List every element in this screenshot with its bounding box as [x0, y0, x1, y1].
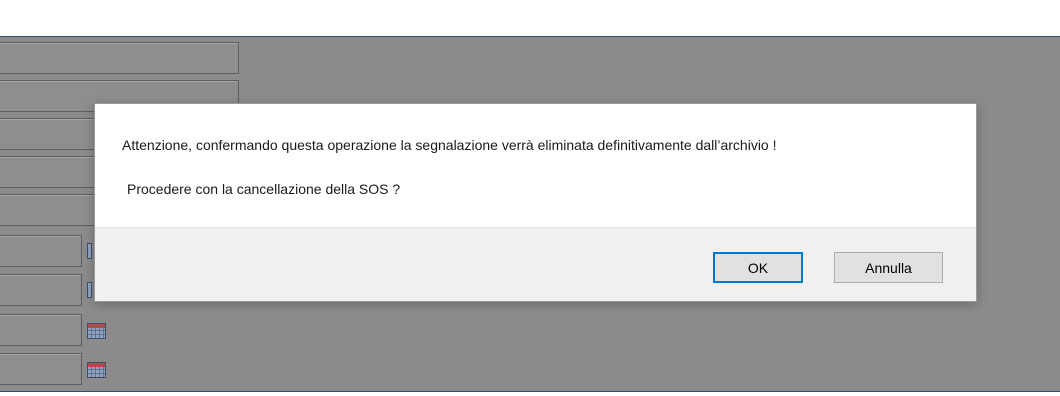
- background-date-field: [0, 235, 82, 267]
- page: Attenzione, confermando questa operazion…: [0, 0, 1060, 396]
- cancel-button[interactable]: Annulla: [834, 252, 943, 283]
- background-date-field: [0, 353, 82, 385]
- background-date-field: [0, 314, 82, 346]
- calendar-icon: [87, 362, 106, 378]
- top-strip: [0, 0, 1060, 36]
- dialog-body: Attenzione, confermando questa operazion…: [95, 104, 976, 227]
- bottom-strip: [0, 392, 1060, 396]
- confirm-dialog: Attenzione, confermando questa operazion…: [94, 103, 977, 302]
- calendar-icon: [87, 323, 106, 339]
- background-date-field: [0, 274, 82, 306]
- calendar-icon: [87, 282, 92, 298]
- dialog-message-question: Procedere con la cancellazione della SOS…: [127, 181, 401, 197]
- background-field: [0, 156, 96, 188]
- dialog-footer: OK Annulla: [95, 227, 976, 301]
- background-field: [0, 194, 96, 226]
- dialog-message-warning: Attenzione, confermando questa operazion…: [122, 137, 777, 153]
- background-field: [0, 42, 239, 74]
- background-field: [0, 118, 96, 150]
- calendar-icon: [87, 243, 92, 259]
- ok-button[interactable]: OK: [713, 252, 803, 283]
